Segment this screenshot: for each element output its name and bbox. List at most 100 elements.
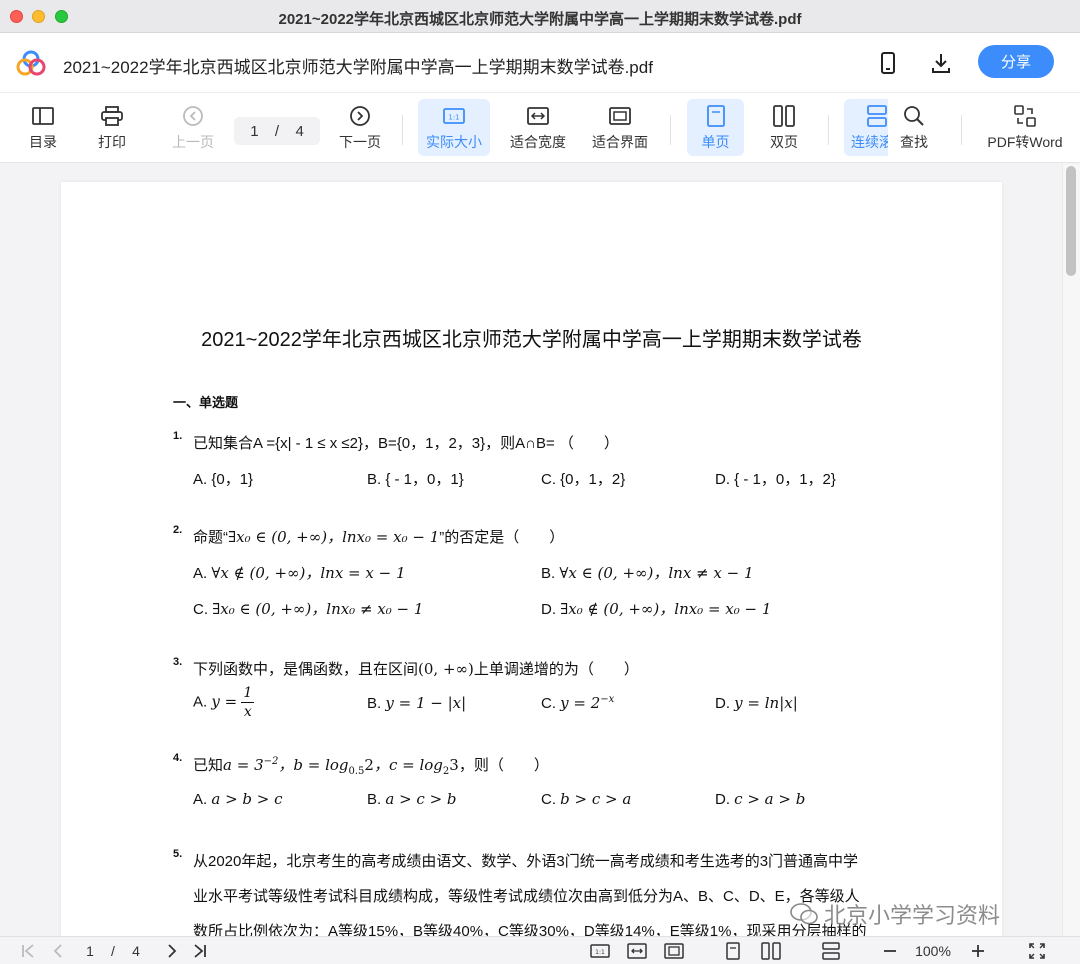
option-math: y = [211,692,238,711]
question-text-pre: 已知 [193,757,224,774]
next-page-button-bottom[interactable] [162,941,182,961]
question-text-line: 数所占比例依次为：A等级15%，B等级40%，C等级30%，D等级14%，E等级… [193,923,867,936]
prev-page-button-bottom[interactable] [48,941,68,961]
option-math: a > b > c [211,790,283,808]
question-math: ，c = log [373,756,443,774]
pdf-page: 2021~2022学年北京西城区北京师范大学附属中学高一上学期期末数学试卷 一、… [61,182,1002,936]
prev-page-button[interactable]: 上一页 [166,99,220,156]
app-header: 2021~2022学年北京西城区北京师范大学附属中学高一上学期期末数学试卷.pd… [0,33,1080,93]
fraction-denominator: x [243,704,252,720]
fit-page-button-bottom[interactable] [663,941,685,961]
fit-page-icon [609,106,631,125]
question-text-post: ”的否定是（ ） [439,529,565,546]
toolbar-divider [670,115,671,145]
window-title: 2021~2022学年北京西城区北京师范大学附属中学高一上学期期末数学试卷.pd… [278,11,802,28]
next-page-label: 下一页 [339,133,381,150]
phone-icon[interactable] [874,49,902,77]
question-math: (0, +∞) [418,660,474,678]
continuous-scroll-label: 连续滚 [851,133,888,150]
toolbar-divider [961,115,962,145]
option-math: ∃x₀ ∉ (0, +∞)，lnx₀ = x₀ − 1 [560,600,772,618]
chevron-right-icon [168,944,177,958]
bottom-bar: 1 / 4 1:1 100% [0,936,1080,964]
question-text: 命题“∃x₀ ∈ (0, +∞)，lnx₀ = x₀ − 1”的否定是（ ） [193,526,564,547]
option-c: C. b > c > a [541,790,631,808]
app-window: 2021~2022学年北京西城区北京师范大学附属中学高一上学期期末数学试卷.pd… [0,0,1080,964]
first-page-button[interactable] [18,941,38,961]
option-math: ∃x₀ ∈ (0, +∞)，lnx₀ ≠ x₀ − 1 [212,600,424,618]
fit-page-button[interactable]: 适合界面 [586,99,654,156]
document-viewer[interactable]: 2021~2022学年北京西城区北京师范大学附属中学高一上学期期末数学试卷 一、… [0,164,1080,936]
double-page-label: 双页 [770,133,798,150]
single-page-icon [726,942,740,960]
option-label: D. [715,791,730,808]
zoom-in-button[interactable] [968,941,988,961]
actual-size-icon: 1:1 [590,944,610,958]
first-page-icon [22,944,34,958]
question-text-pre: 命题“ [193,529,228,546]
paper-title: 2021~2022学年北京西城区北京师范大学附属中学高一上学期期末数学试卷 [201,329,862,351]
fullscreen-button[interactable] [1026,941,1048,961]
prev-page-label: 上一页 [172,133,214,150]
search-icon [904,105,924,126]
single-page-button[interactable]: 单页 [687,99,744,156]
toc-button[interactable]: 目录 [22,99,64,156]
pdf-to-word-label: PDF转Word [987,133,1063,150]
plus-icon [972,945,984,957]
print-label: 打印 [98,133,126,150]
zoom-out-button[interactable] [880,941,900,961]
option-c: C. {0，1，2} [541,471,626,488]
section-heading: 一、单选题 [173,395,239,410]
option-c: C. ∃x₀ ∈ (0, +∞)，lnx₀ ≠ x₀ − 1 [193,598,423,619]
pdf-to-word-button[interactable]: PDF转Word [984,99,1066,156]
actual-size-button-bottom[interactable]: 1:1 [589,941,611,961]
option-math: a > c > b [385,790,457,808]
page-input[interactable]: 1 / 4 [234,117,320,145]
question-text: 下列函数中，是偶函数，且在区间(0, +∞)上单调递增的为（ ） [193,658,639,679]
scrollbar-thumb[interactable] [1066,166,1076,276]
scrollbar-track[interactable] [1062,164,1080,936]
sidebar-icon [32,106,54,125]
question-number: 5. [173,848,183,860]
option-label: D. [541,601,556,618]
option-label: C. [193,601,208,618]
printer-icon [101,105,123,126]
single-page-label: 单页 [701,133,730,150]
bottom-page-separator: / [111,943,115,959]
option-b: B. a > c > b [367,790,457,808]
fit-width-button[interactable]: 适合宽度 [504,99,572,156]
question-text-post: ，则（ ） [458,757,549,774]
option-label: B. [367,791,382,808]
option-math: y = 2 [560,694,601,712]
question-subscript: 0.5 [348,766,365,777]
toolbar-divider [828,115,829,145]
double-page-button[interactable]: 双页 [758,99,810,156]
toc-label: 目录 [29,133,57,150]
zoom-level[interactable]: 100% [910,941,956,961]
search-button[interactable]: 查找 [892,99,936,156]
next-page-button[interactable]: 下一页 [334,99,386,156]
double-page-icon [761,942,781,960]
question-text-line: 业水平考试等级性考试科目成绩构成，等级性考试成绩位次由高到低分为A、B、C、D、… [193,888,860,905]
question-math: ，b = log [278,756,349,774]
bottom-page-current[interactable]: 1 [82,941,98,961]
last-page-button[interactable] [190,941,210,961]
single-page-button-bottom[interactable] [724,941,742,961]
continuous-scroll-button-bottom[interactable] [820,941,842,961]
continuous-scroll-button[interactable]: 连续滚 [844,99,888,156]
fit-page-label: 适合界面 [592,133,648,150]
option-label: B. [367,695,382,712]
question-text: 已知集合A ={x| - 1 ≤ x ≤2}，B={0，1，2，3}，则A∩B=… [193,435,619,452]
double-page-button-bottom[interactable] [760,941,782,961]
question-text-pre: 下列函数中，是偶函数，且在区间 [193,661,419,678]
option-label: A. [193,565,208,582]
share-button[interactable]: 分享 [978,45,1054,78]
download-icon[interactable] [927,49,955,77]
fit-width-icon [627,943,647,959]
watermark-text: 北京小学学习资料 [824,903,1001,928]
option-c: C. y = 2−x [541,694,614,712]
actual-size-button[interactable]: 1:1 实际大小 [418,99,490,156]
fit-width-button-bottom[interactable] [626,941,648,961]
single-page-icon [706,104,725,127]
print-button[interactable]: 打印 [90,99,134,156]
